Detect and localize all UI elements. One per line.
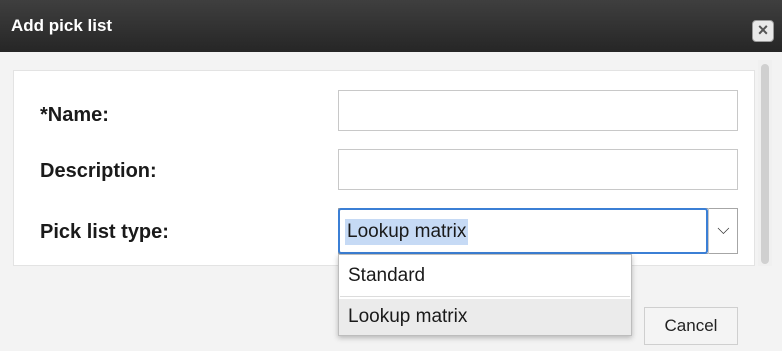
- dropdown-divider: [340, 296, 630, 297]
- name-field[interactable]: [338, 90, 738, 131]
- description-label: Description:: [40, 160, 157, 182]
- dropdown-option-standard[interactable]: Standard: [339, 258, 631, 294]
- chevron-down-icon[interactable]: ⌵: [708, 208, 738, 254]
- dialog-title: Add pick list: [11, 16, 113, 35]
- dropdown-option-lookup-matrix[interactable]: Lookup matrix: [339, 299, 631, 335]
- name-label: *Name:: [40, 104, 109, 126]
- close-icon[interactable]: ×: [752, 20, 774, 42]
- scrollbar-thumb[interactable]: [761, 64, 769, 264]
- cancel-button[interactable]: Cancel: [644, 307, 738, 345]
- dialog-titlebar: Add pick list ×: [0, 0, 782, 52]
- select-value[interactable]: Lookup matrix: [345, 219, 469, 245]
- description-field[interactable]: [338, 149, 738, 190]
- pick-list-type-dropdown: Standard Lookup matrix: [338, 254, 632, 336]
- pick-list-type-label: Pick list type:: [40, 221, 169, 243]
